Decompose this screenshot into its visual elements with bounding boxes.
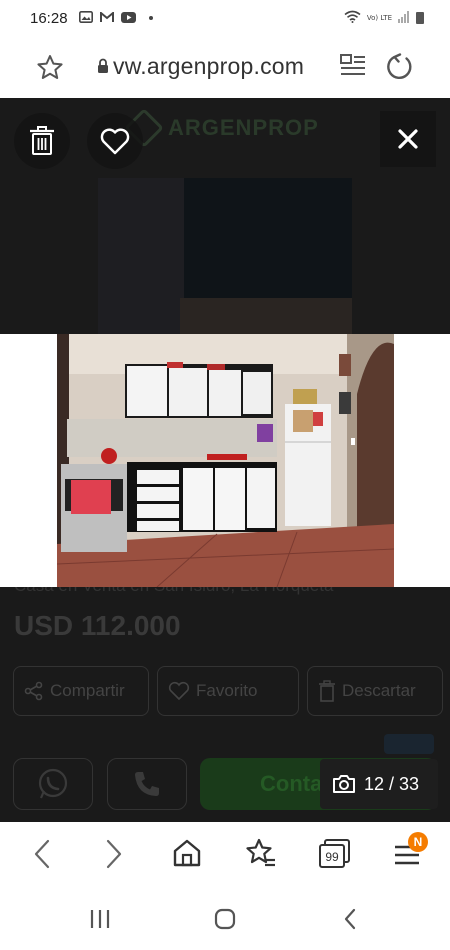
discard-button: Descartar — [307, 666, 443, 716]
favorite-label: Favorito — [196, 681, 258, 700]
heart-outline-icon — [168, 681, 190, 701]
kitchen-photo — [57, 334, 394, 587]
url-bar: vw.argenprop.com — [0, 36, 450, 98]
whatsapp-button — [13, 758, 93, 810]
gallery-icon — [78, 10, 93, 26]
close-icon — [398, 129, 418, 149]
trash-outline-icon — [319, 680, 335, 702]
reader-mode-icon[interactable] — [340, 54, 366, 83]
phone-button — [107, 758, 187, 810]
photo-counter-text: 12 / 33 — [364, 773, 420, 794]
home-nav-icon[interactable] — [214, 908, 236, 935]
background-chat-widget — [384, 734, 434, 754]
gallery-close-button[interactable] — [380, 111, 436, 167]
browser-toolbar: 99 — [0, 822, 450, 888]
argenprop-logo: ARGENPROP — [124, 108, 319, 148]
share-icon — [24, 681, 43, 701]
back-icon[interactable] — [32, 838, 52, 875]
listing-actions: Compartir Favorito Descartar — [13, 666, 443, 716]
bookmarks-icon[interactable] — [245, 838, 277, 873]
phone-icon — [135, 772, 159, 796]
camera-icon — [333, 775, 355, 793]
tabs-count: 99 — [325, 850, 339, 864]
status-time: 16:28 — [30, 9, 68, 27]
listing-price: USD 112.000 — [14, 610, 181, 641]
favorite-button: Favorito — [157, 666, 299, 716]
youtube-icon — [120, 10, 136, 26]
back-nav-icon[interactable] — [342, 908, 358, 935]
contact-buttons — [13, 758, 187, 810]
tabs-icon[interactable]: 99 — [318, 838, 352, 875]
bookmark-star-icon[interactable] — [36, 54, 64, 86]
background-listing-photo — [98, 178, 352, 334]
lock-icon — [97, 58, 109, 79]
menu-notification-badge: N — [408, 832, 428, 852]
more-notifications-icon — [148, 16, 153, 20]
status-bar: 16:28 Vo) LTE — [0, 0, 450, 36]
system-navigation-bar — [0, 888, 450, 950]
gallery-delete-button[interactable] — [14, 113, 70, 169]
gallery-photo-frame[interactable] — [0, 334, 450, 587]
logo-text: ARGENPROP — [168, 115, 319, 140]
recent-apps-icon[interactable] — [89, 908, 111, 935]
forward-icon[interactable] — [104, 838, 124, 875]
discard-label: Descartar — [342, 681, 416, 700]
share-button: Compartir — [13, 666, 149, 716]
share-label: Compartir — [50, 681, 125, 700]
wifi-icon — [344, 10, 361, 26]
heart-icon — [100, 128, 130, 154]
gallery-favorite-button[interactable] — [87, 113, 143, 169]
screen: 16:28 Vo) LTE vw.argenprop.com ARGENPROP… — [0, 0, 450, 950]
gmail-icon — [99, 10, 114, 26]
home-icon[interactable] — [172, 838, 202, 873]
volte-indicator: Vo) LTE — [366, 13, 392, 22]
photo-counter: 12 / 33 — [320, 759, 438, 809]
battery-icon — [416, 12, 424, 24]
signal-icon — [398, 10, 410, 26]
url-text[interactable]: vw.argenprop.com — [113, 53, 304, 80]
refresh-icon[interactable] — [386, 53, 414, 86]
trash-icon — [30, 126, 54, 155]
whatsapp-icon — [38, 768, 68, 799]
